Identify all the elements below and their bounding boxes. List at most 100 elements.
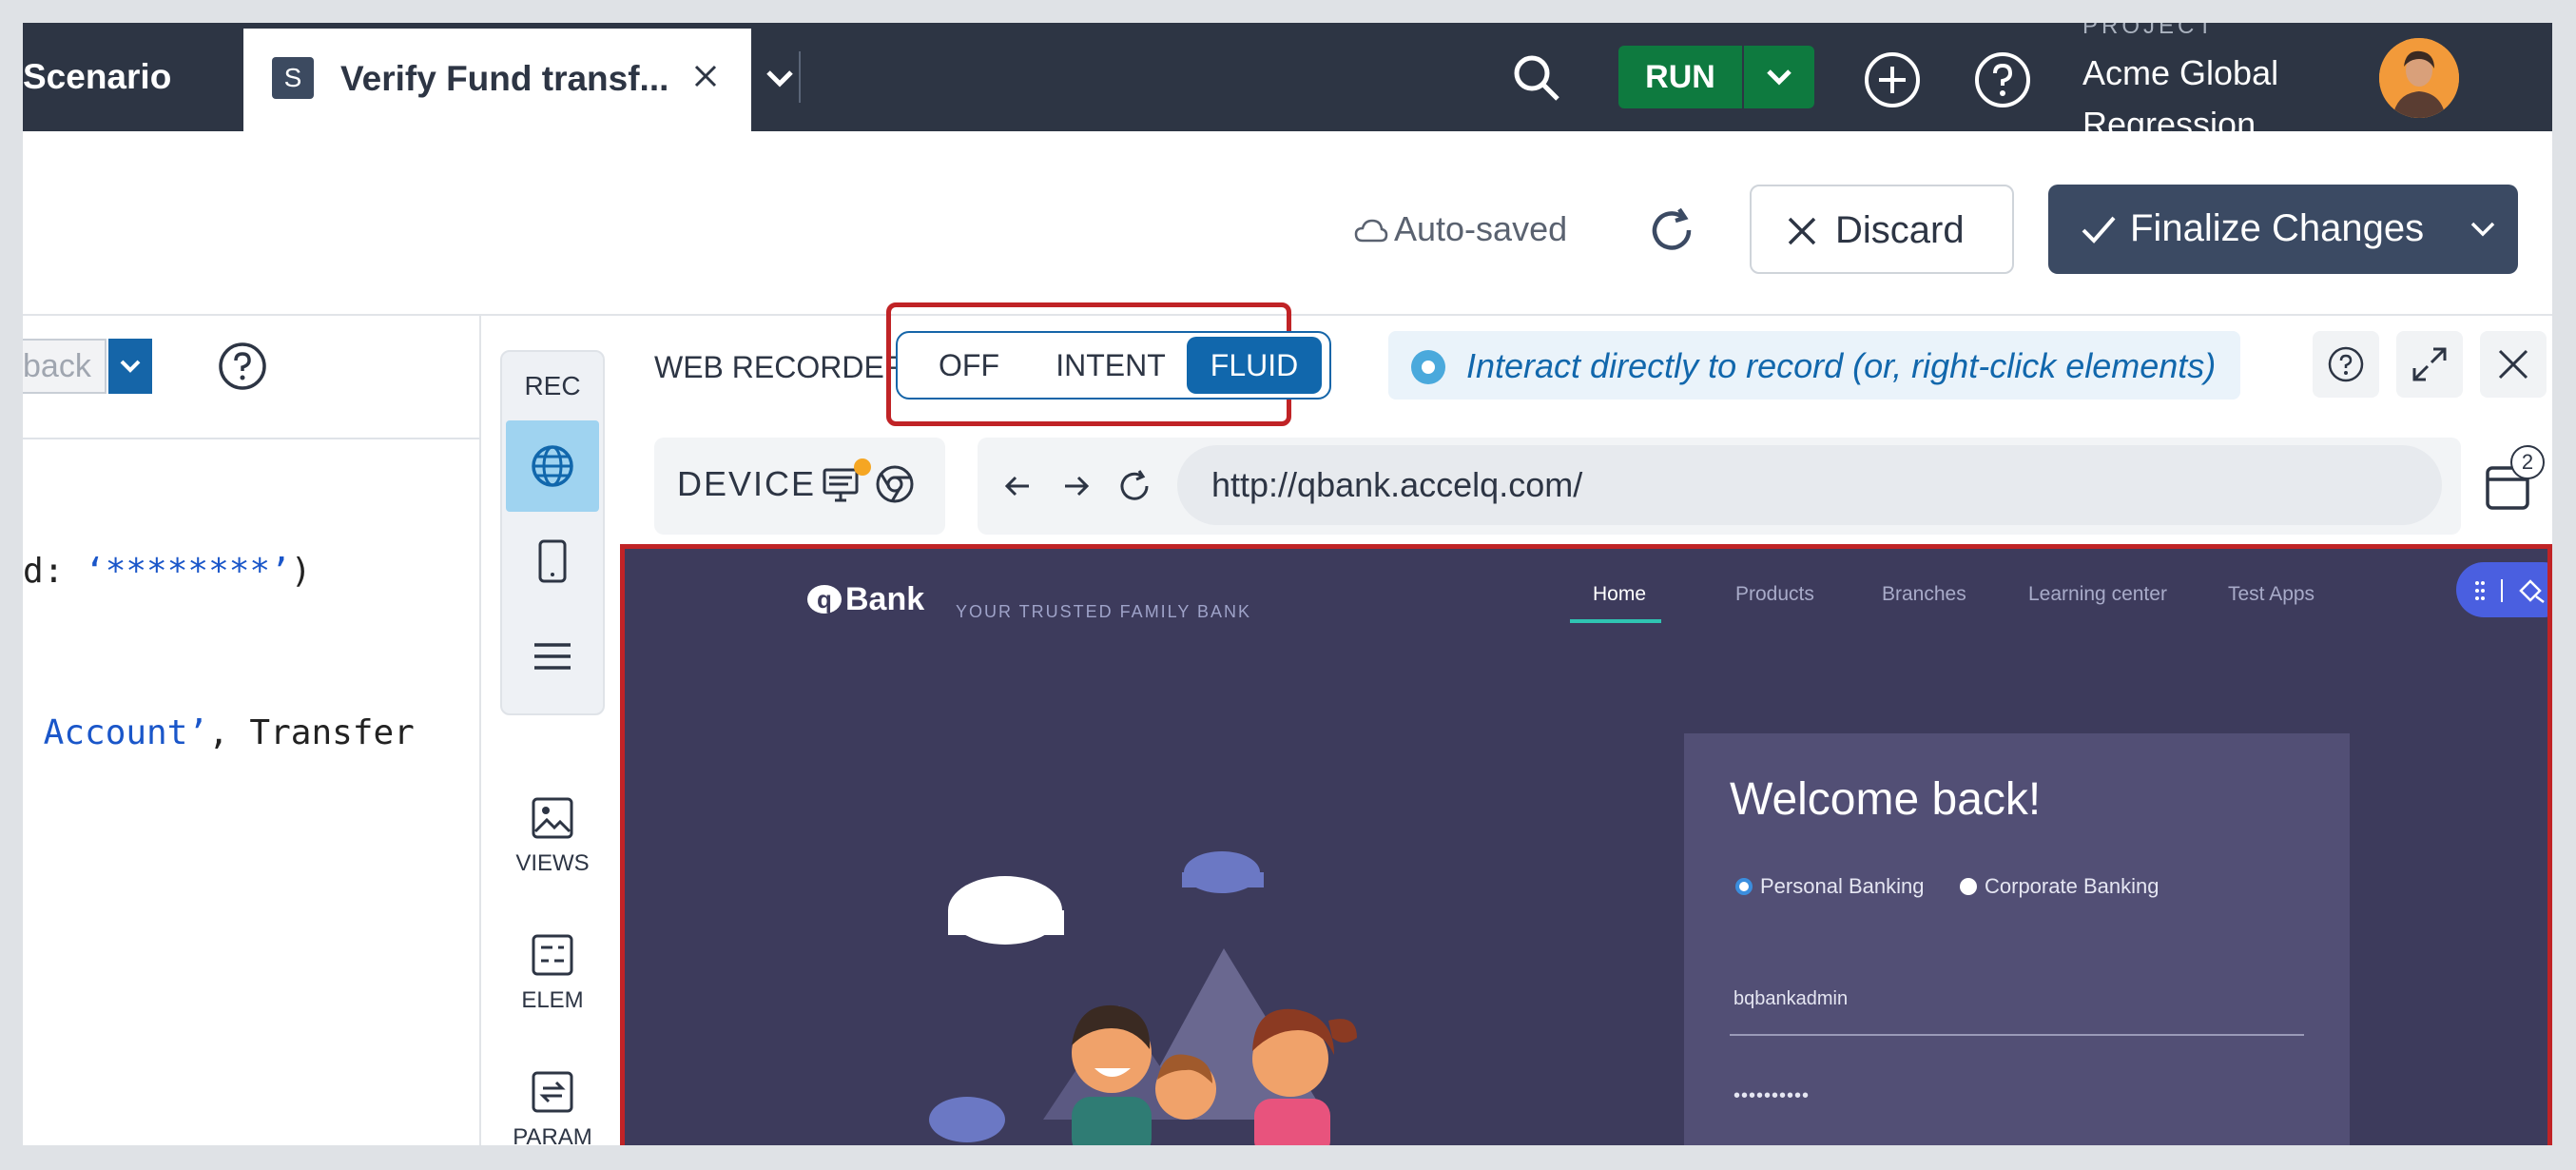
desktop-icon[interactable]: [822, 466, 860, 504]
tab-scenario[interactable]: S Verify Fund transf...: [243, 29, 751, 131]
globe-icon: [532, 445, 573, 487]
mobile-icon[interactable]: [533, 538, 571, 584]
code-line[interactable]: d: ‘********’): [23, 552, 311, 591]
param-button[interactable]: PARAM: [500, 1069, 605, 1145]
recorded-browser-view[interactable]: q Bank YOUR TRUSTED FAMILY BANK Home Prod…: [620, 544, 2552, 1145]
back-input[interactable]: back: [23, 339, 107, 394]
code-editor-panel: back d: ‘********’) Account’, Transfer: [23, 316, 481, 1145]
notification-dot: [854, 458, 871, 476]
web-mode-button[interactable]: [506, 420, 599, 512]
expand-icon: [2412, 347, 2447, 381]
close-icon: [2498, 349, 2528, 380]
chevron-down-icon[interactable]: [761, 59, 799, 97]
recorder-hint: Interact directly to record (or, right-c…: [1388, 331, 2240, 400]
bank-logo-text: Bank: [845, 581, 925, 617]
recorder-mode-toggle: OFF INTENT FLUID: [896, 331, 1331, 400]
search-icon[interactable]: [1510, 51, 1563, 105]
recorder-expand-button[interactable]: [2396, 331, 2463, 398]
mode-off[interactable]: OFF: [903, 337, 1035, 394]
bank-logo[interactable]: q Bank: [807, 581, 924, 618]
recorder-help-button[interactable]: [2313, 331, 2379, 398]
app-window: Scenario S Verify Fund transf... RUN PRO…: [23, 23, 2552, 1145]
code-string: Account’: [23, 713, 209, 752]
password-input[interactable]: ••••••••••: [1733, 1085, 1810, 1107]
refresh-icon[interactable]: [1645, 204, 1698, 257]
mode-fluid[interactable]: FLUID: [1187, 337, 1322, 394]
avatar[interactable]: [2379, 38, 2459, 118]
radio-personal-banking[interactable]: Personal Banking: [1735, 874, 1924, 899]
bank-logo-mark: q: [807, 585, 842, 614]
device-selector[interactable]: DEVICE: [654, 438, 945, 535]
help-icon: [2328, 346, 2364, 382]
project-caption: PROJECT: [2082, 23, 2217, 39]
recorder-close-button[interactable]: [2480, 331, 2547, 398]
mode-intent[interactable]: INTENT: [1040, 337, 1181, 394]
rec-label: REC: [524, 371, 581, 400]
record-dot-icon: [1411, 350, 1445, 384]
swap-icon: [532, 1071, 573, 1113]
radio-personal-label: Personal Banking: [1760, 874, 1925, 898]
bank-nav-branches[interactable]: Branches: [1882, 583, 1966, 606]
project-name[interactable]: Acme Global Regression: [2082, 48, 2330, 150]
active-nav-underline: [1570, 619, 1661, 623]
radio-corporate-banking[interactable]: Corporate Banking: [1960, 874, 2159, 899]
menu-icon[interactable]: [531, 637, 574, 675]
radio-unselected-icon: [1960, 878, 1977, 895]
close-icon: [1788, 217, 1816, 245]
username-input[interactable]: bqbankadmin: [1733, 988, 1848, 1010]
elem-button[interactable]: ELEM: [500, 932, 605, 1014]
finalize-label: Finalize Changes: [2130, 207, 2425, 249]
close-icon[interactable]: [687, 57, 725, 95]
add-icon[interactable]: [1862, 49, 1923, 110]
element-icon: [532, 934, 573, 976]
browser-nav-bar: http://qbank.accelq.com/: [978, 438, 2461, 535]
elem-label: ELEM: [521, 987, 584, 1013]
recorder-extension-pill[interactable]: [2456, 562, 2547, 617]
views-button[interactable]: VIEWS: [500, 795, 605, 877]
welcome-heading: Welcome back!: [1730, 774, 2042, 825]
drag-handle-icon: [2475, 579, 2545, 603]
forward-arrow-icon[interactable]: [1059, 470, 1092, 502]
tab-count-badge: 2: [2510, 445, 2545, 479]
family-illustration: [929, 851, 1357, 1145]
autosaved-status: Auto-saved: [1354, 209, 1567, 249]
run-button-group: RUN: [1618, 46, 1814, 108]
chevron-down-icon: [120, 360, 141, 373]
user-avatar-icon: [2379, 38, 2459, 118]
views-label: VIEWS: [515, 850, 590, 876]
discard-label: Discard: [1835, 209, 1965, 251]
chevron-down-icon: [2470, 222, 2495, 237]
back-dropdown-button[interactable]: [108, 339, 152, 394]
bank-nav-home[interactable]: Home: [1593, 583, 1646, 606]
chrome-icon[interactable]: [875, 464, 915, 504]
tab-title: Verify Fund transf...: [340, 59, 669, 98]
run-dropdown-button[interactable]: [1744, 46, 1814, 108]
scenario-label[interactable]: Scenario: [23, 57, 171, 97]
run-button[interactable]: RUN: [1618, 46, 1742, 108]
device-label: DEVICE: [677, 464, 817, 503]
code-text: d:: [23, 552, 86, 591]
back-arrow-icon[interactable]: [1002, 470, 1035, 502]
web-recorder-title: WEB RECORDER: [654, 350, 906, 384]
param-label: PARAM: [513, 1124, 592, 1145]
check-icon: [2082, 216, 2116, 244]
discard-button[interactable]: Discard: [1750, 185, 2014, 274]
divider: [799, 51, 801, 103]
tab-badge: S: [272, 57, 314, 99]
image-icon: [532, 797, 573, 839]
code-line[interactable]: Account’, Transfer: [23, 713, 415, 752]
bank-nav-learning-center[interactable]: Learning center: [2028, 583, 2167, 606]
recorder-side-toolbar: REC: [500, 350, 605, 715]
radio-corporate-label: Corporate Banking: [1985, 874, 2160, 898]
help-icon[interactable]: [1972, 49, 2033, 110]
chevron-down-icon: [1767, 69, 1792, 86]
url-input[interactable]: http://qbank.accelq.com/: [1177, 445, 2442, 525]
bank-nav-products[interactable]: Products: [1735, 583, 1814, 606]
bank-tagline: YOUR TRUSTED FAMILY BANK: [956, 602, 1252, 621]
code-text: , Transfer: [208, 713, 415, 752]
finalize-changes-button[interactable]: Finalize Changes: [2048, 185, 2518, 274]
reload-icon[interactable]: [1116, 468, 1152, 504]
bank-nav-test-apps[interactable]: Test Apps: [2228, 583, 2315, 606]
autosaved-label: Auto-saved: [1394, 209, 1568, 248]
help-icon[interactable]: [217, 341, 268, 392]
